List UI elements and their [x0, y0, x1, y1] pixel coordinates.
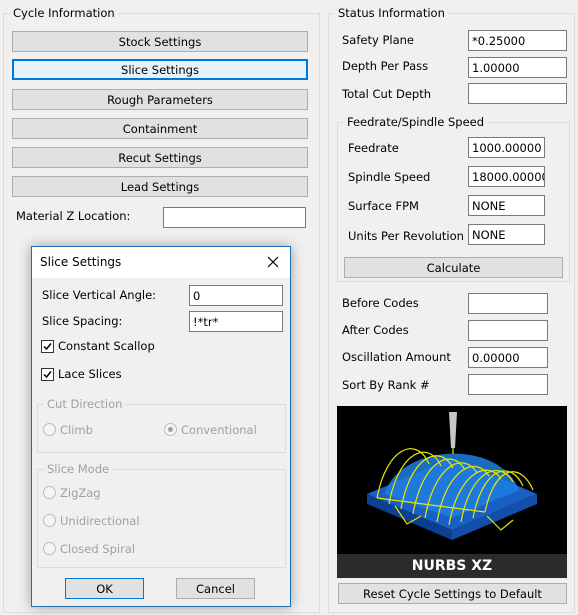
cut-direction-title: Cut Direction — [44, 397, 126, 411]
total-cut-depth-input[interactable] — [468, 83, 567, 104]
after-codes-label: After Codes — [342, 323, 409, 337]
before-codes-input[interactable] — [468, 293, 548, 314]
closed-spiral-radio[interactable] — [43, 542, 56, 555]
conventional-label: Conventional — [181, 423, 257, 437]
stock-settings-button[interactable]: Stock Settings — [12, 31, 308, 52]
spindle-speed-input[interactable]: 18000.00000 — [468, 166, 545, 187]
climb-label: Climb — [60, 423, 93, 437]
recut-settings-button[interactable]: Recut Settings — [12, 147, 308, 168]
cycle-preview-image: NURBS XZ — [337, 406, 567, 578]
zigzag-label: ZigZag — [60, 486, 101, 500]
spindle-speed-label: Spindle Speed — [348, 170, 431, 184]
lead-settings-button[interactable]: Lead Settings — [12, 176, 308, 197]
safety-plane-label: Safety Plane — [342, 33, 414, 47]
feedrate-input[interactable]: 1000.00000 — [468, 137, 545, 158]
zigzag-radio[interactable] — [43, 486, 56, 499]
closed-spiral-label: Closed Spiral — [60, 542, 136, 556]
slice-settings-button[interactable]: Slice Settings — [12, 59, 308, 80]
lace-slices-label: Lace Slices — [58, 367, 122, 381]
close-icon[interactable] — [262, 251, 284, 273]
reset-cycle-settings-button[interactable]: Reset Cycle Settings to Default — [338, 583, 567, 604]
checkmark-icon — [43, 343, 52, 351]
status-information-title: Status Information — [335, 6, 448, 20]
rough-parameters-button[interactable]: Rough Parameters — [12, 89, 308, 110]
unidirectional-radio[interactable] — [43, 514, 56, 527]
slice-spacing-label: Slice Spacing: — [42, 314, 123, 328]
slice-mode-title: Slice Mode — [44, 462, 113, 476]
oscillation-amount-label: Oscillation Amount — [342, 350, 451, 364]
nurbs-xz-illustration — [367, 412, 537, 540]
safety-plane-input[interactable]: *0.25000 — [468, 30, 567, 51]
material-z-label: Material Z Location: — [16, 209, 131, 223]
constant-scallop-checkbox[interactable] — [41, 340, 54, 353]
before-codes-label: Before Codes — [342, 296, 419, 310]
dialog-titlebar[interactable]: Slice Settings — [32, 247, 290, 278]
cycle-information-title: Cycle Information — [10, 6, 118, 20]
feedrate-spindle-title: Feedrate/Spindle Speed — [344, 115, 488, 129]
surface-fpm-input[interactable]: NONE — [468, 195, 545, 216]
slice-settings-dialog: Slice Settings Slice Vertical Angle: 0 S… — [31, 246, 291, 607]
containment-button[interactable]: Containment — [12, 118, 308, 139]
oscillation-amount-input[interactable]: 0.00000 — [468, 347, 548, 368]
surface-fpm-label: Surface FPM — [348, 199, 419, 213]
slice-spacing-input[interactable]: !*tr* — [189, 311, 283, 332]
cancel-button[interactable]: Cancel — [176, 578, 255, 599]
calculate-button[interactable]: Calculate — [344, 257, 563, 278]
units-per-revolution-label: Units Per Revolution — [348, 229, 464, 243]
climb-radio[interactable] — [43, 423, 56, 436]
unidirectional-label: Unidirectional — [60, 514, 140, 528]
sort-by-rank-label: Sort By Rank # — [342, 378, 430, 392]
units-per-revolution-input[interactable]: NONE — [468, 224, 545, 245]
total-cut-depth-label: Total Cut Depth — [342, 87, 432, 101]
slice-vertical-angle-label: Slice Vertical Angle: — [42, 288, 157, 302]
material-z-input[interactable] — [163, 207, 306, 228]
checkmark-icon — [43, 371, 52, 379]
after-codes-input[interactable] — [468, 320, 548, 341]
slice-vertical-angle-input[interactable]: 0 — [189, 285, 283, 306]
feedrate-label: Feedrate — [348, 141, 399, 155]
preview-caption: NURBS XZ — [337, 554, 567, 578]
depth-per-pass-label: Depth Per Pass — [342, 59, 429, 73]
lace-slices-checkbox[interactable] — [41, 368, 54, 381]
conventional-radio[interactable] — [164, 423, 177, 436]
sort-by-rank-input[interactable] — [468, 374, 548, 395]
ok-button[interactable]: OK — [65, 578, 144, 599]
constant-scallop-label: Constant Scallop — [58, 339, 155, 353]
dialog-title: Slice Settings — [40, 255, 122, 269]
depth-per-pass-input[interactable]: 1.00000 — [468, 57, 567, 78]
